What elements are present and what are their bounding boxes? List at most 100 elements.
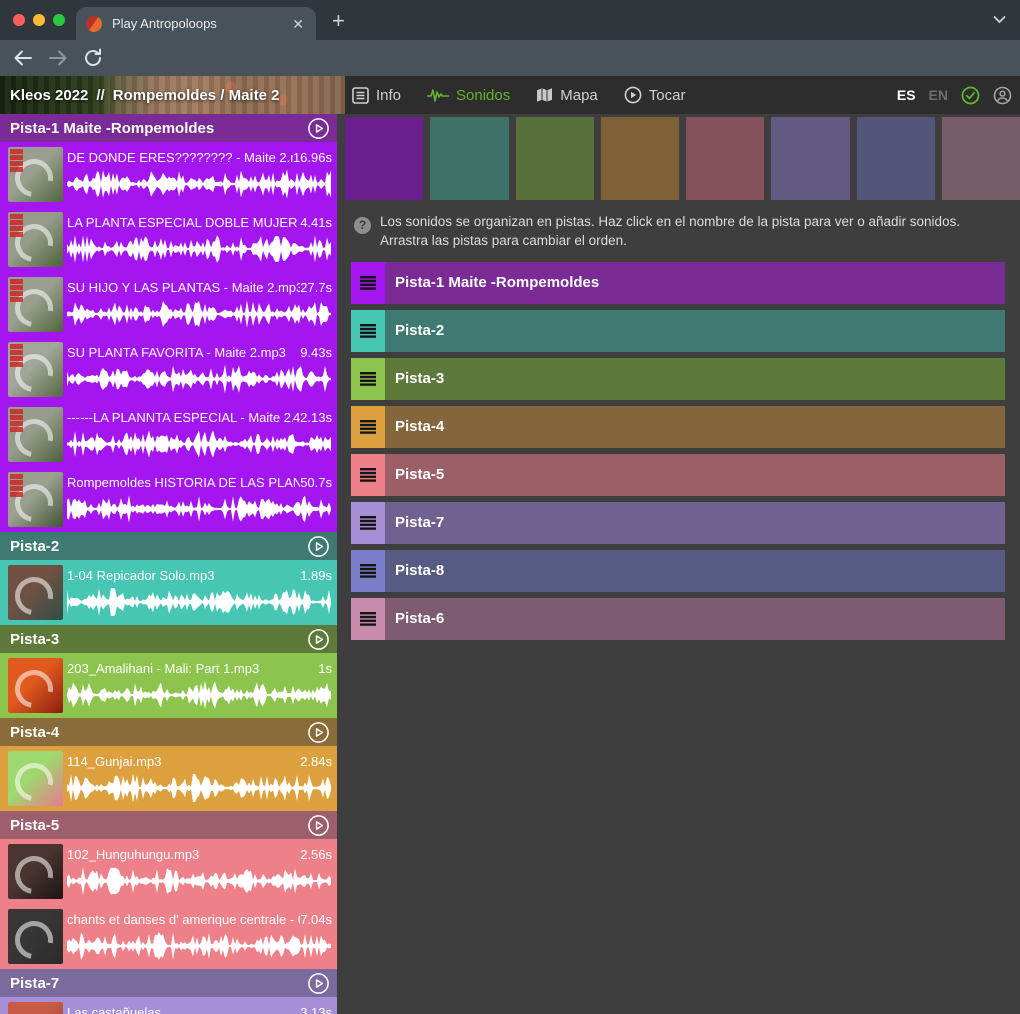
audio-clip[interactable]: 203_Amalihani - Mali: Part 1.mp3 1s: [0, 653, 337, 718]
new-tab-button[interactable]: +: [332, 8, 345, 34]
drag-handle[interactable]: [351, 454, 385, 496]
sidebar-track-header[interactable]: Pista-2: [0, 532, 337, 560]
clip-waveform: [67, 867, 332, 895]
tab-sonidos[interactable]: Sonidos: [427, 87, 510, 104]
clip-duration: 7.04s: [300, 912, 332, 927]
close-window-button[interactable]: [13, 14, 25, 26]
drag-handle[interactable]: [351, 310, 385, 352]
drag-handle[interactable]: [351, 406, 385, 448]
track-row[interactable]: Pista-5: [351, 454, 1005, 496]
zoom-window-button[interactable]: [53, 14, 65, 26]
audio-clip[interactable]: DE DONDE ERES???????? - Maite 2.mp3 16.9…: [0, 142, 337, 207]
clip-thumbnail: [8, 909, 63, 964]
sidebar-track-header[interactable]: Pista-1 Maite -Rompemoldes: [0, 114, 337, 142]
audio-clip[interactable]: 114_Gunjai.mp3 2.84s: [0, 746, 337, 811]
clip-duration: 42.13s: [293, 410, 332, 425]
track-row[interactable]: Pista-6: [351, 598, 1005, 640]
sidebar-track-name: Pista-7: [10, 975, 307, 992]
sync-check-icon[interactable]: [961, 86, 980, 105]
drag-handle[interactable]: [351, 262, 385, 304]
browser-tab-strip: Play Antropoloops ✕ +: [0, 0, 1020, 40]
audio-clip[interactable]: 1-04 Repicador Solo.mp3 1.89s: [0, 560, 337, 625]
drag-handle[interactable]: [351, 550, 385, 592]
tab-title: Play Antropoloops: [112, 16, 290, 31]
drag-handle[interactable]: [351, 598, 385, 640]
drag-handle-icon: [360, 324, 376, 338]
tab-mapa[interactable]: Mapa: [536, 87, 598, 104]
tab-overflow-chevron-icon[interactable]: [993, 15, 1006, 24]
lang-en-button[interactable]: EN: [929, 87, 948, 103]
play-track-button[interactable]: [307, 814, 330, 837]
clip-list: 114_Gunjai.mp3 2.84s: [0, 746, 337, 811]
clip-thumbnail: [8, 472, 63, 527]
track-row-label: Pista-6: [395, 610, 444, 627]
audio-clip[interactable]: SU PLANTA FAVORITA - Maite 2.mp3 9.43s: [0, 337, 337, 402]
track-row-label: Pista-2: [395, 322, 444, 339]
sidebar-track-header[interactable]: Pista-3: [0, 625, 337, 653]
track-color-swatch: [516, 117, 594, 200]
sidebar-track-header[interactable]: Pista-4: [0, 718, 337, 746]
sidebar-track-section: Pista-2 1-04 Repicador Solo.mp3 1.89s: [0, 532, 337, 625]
breadcrumb-track[interactable]: Rompemoldes / Maite 2: [113, 87, 280, 104]
rompemoldes-label: [10, 344, 23, 368]
track-row[interactable]: Pista-1 Maite -Rompemoldes: [351, 262, 1005, 304]
track-row[interactable]: Pista-2: [351, 310, 1005, 352]
reload-button[interactable]: [82, 47, 104, 69]
sidebar-track-section: Pista-3 203_Amalihani - Mali: Part 1.mp3…: [0, 625, 337, 718]
drag-handle[interactable]: [351, 358, 385, 400]
sidebar-track-name: Pista-3: [10, 631, 307, 648]
lang-es-button[interactable]: ES: [897, 87, 916, 103]
audio-clip[interactable]: SU HIJO Y LAS PLANTAS - Maite 2.mp3 27.7…: [0, 272, 337, 337]
tab-tocar[interactable]: Tocar: [624, 86, 686, 104]
play-track-button[interactable]: [307, 535, 330, 558]
clip-duration: 3.13s: [300, 1005, 332, 1014]
track-row[interactable]: Pista-3: [351, 358, 1005, 400]
account-icon[interactable]: [993, 86, 1012, 105]
track-list: Pista-1 Maite -Rompemoldes Pista-2 Pista…: [351, 262, 1005, 640]
audio-clip[interactable]: LA PLANTA ESPECIAL DOBLE MUJER - Mai... …: [0, 207, 337, 272]
sidebar-track-section: Pista-4 114_Gunjai.mp3 2.84s: [0, 718, 337, 811]
sidebar-track-header[interactable]: Pista-7: [0, 969, 337, 997]
tab-info[interactable]: Info: [352, 87, 401, 104]
clip-waveform: [67, 681, 332, 709]
loop-logo-icon: [8, 570, 60, 620]
track-row-label: Pista-1 Maite -Rompemoldes: [395, 274, 599, 291]
track-row[interactable]: Pista-4: [351, 406, 1005, 448]
track-row[interactable]: Pista-7: [351, 502, 1005, 544]
play-track-button[interactable]: [307, 972, 330, 995]
audio-clip[interactable]: Las castañuelas 3.13s: [0, 997, 337, 1014]
back-button[interactable]: [12, 47, 34, 69]
sidebar-track-name: Pista-1 Maite -Rompemoldes: [10, 120, 307, 137]
clip-duration: 27.7s: [300, 280, 332, 295]
main-panel: ? Los sonidos se organizan en pistas. Ha…: [345, 114, 1020, 1014]
breadcrumb-project[interactable]: Kleos 2022: [10, 87, 88, 104]
track-color-swatch: [942, 117, 1020, 200]
browser-tab[interactable]: Play Antropoloops ✕: [76, 7, 316, 40]
sidebar-track-header[interactable]: Pista-5: [0, 811, 337, 839]
tab-close-icon[interactable]: ✕: [290, 15, 306, 33]
audio-clip[interactable]: chants et danses d' amerique centrale - …: [0, 904, 337, 969]
track-row[interactable]: Pista-8: [351, 550, 1005, 592]
audio-clip[interactable]: Rompemoldes HISTORIA DE LAS PLANTAS... 5…: [0, 467, 337, 532]
rompemoldes-label: [10, 474, 23, 498]
play-track-button[interactable]: [307, 721, 330, 744]
help-text: Los sonidos se organizan en pistas. Haz …: [380, 213, 1002, 251]
track-color-swatch: [430, 117, 508, 200]
header-right: ES EN: [897, 76, 1012, 114]
track-color-swatch: [686, 117, 764, 200]
play-track-button[interactable]: [307, 117, 330, 140]
drag-handle[interactable]: [351, 502, 385, 544]
map-icon: [536, 87, 553, 103]
clip-duration: 4.41s: [300, 215, 332, 230]
audio-clip[interactable]: 102_Hunguhungu.mp3 2.56s: [0, 839, 337, 904]
play-track-button[interactable]: [307, 628, 330, 651]
rompemoldes-label: [10, 149, 23, 173]
clip-waveform: [67, 774, 332, 802]
clip-list: 102_Hunguhungu.mp3 2.56s chants et danse…: [0, 839, 337, 969]
help-message: ? Los sonidos se organizan en pistas. Ha…: [354, 213, 1002, 251]
forward-button[interactable]: [47, 47, 69, 69]
clip-duration: 2.84s: [300, 754, 332, 769]
audio-clip[interactable]: ------LA PLANNTA ESPECIAL - Maite 2.mp3 …: [0, 402, 337, 467]
track-row-label: Pista-4: [395, 418, 444, 435]
minimize-window-button[interactable]: [33, 14, 45, 26]
